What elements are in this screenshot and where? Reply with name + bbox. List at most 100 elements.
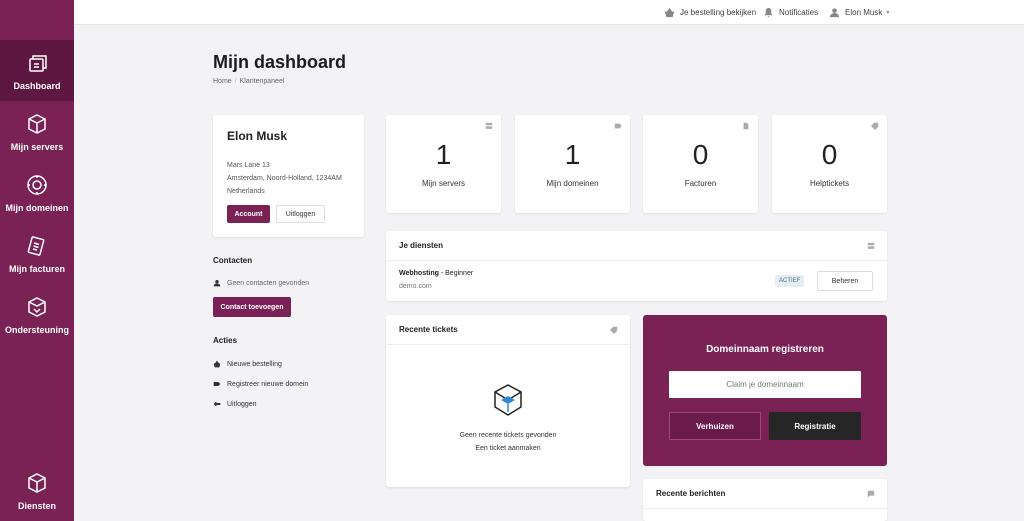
breadcrumb-separator: / xyxy=(234,78,237,85)
ticket-icon xyxy=(610,326,618,334)
recent-messages-card: Recente berichten xyxy=(643,479,887,521)
services-card-header: Je diensten xyxy=(386,231,887,261)
tickets-empty-text: Geen recente tickets gevonden xyxy=(459,432,557,439)
profile-card: Elon Musk Mars Lane 13 Amsterdam, Noord-… xyxy=(213,115,364,237)
stat-card-domains[interactable]: 1 Mijn domeinen xyxy=(515,115,630,213)
stat-label: Facturen xyxy=(684,179,717,188)
ticket-icon xyxy=(871,122,879,130)
action-label: Uitloggen xyxy=(227,400,257,408)
server-box-icon xyxy=(28,113,46,134)
sidebar: Dashboard Mijn servers Mijn domeinen Mij… xyxy=(0,0,74,521)
sidebar-item-domains[interactable]: Mijn domeinen xyxy=(0,162,74,223)
page-title: Mijn dashboard xyxy=(213,52,347,72)
manage-service-button[interactable]: Beheren xyxy=(817,271,873,291)
create-ticket-link[interactable]: Een ticket aanmaken xyxy=(386,445,630,452)
stat-label: Mijn domeinen xyxy=(546,179,599,188)
view-order-link[interactable]: Je bestelling bekijken xyxy=(664,0,756,25)
account-button[interactable]: Account xyxy=(227,205,270,223)
globe-icon xyxy=(27,174,47,195)
domain-register-card: Domeinnaam registreren Verhuizen Registr… xyxy=(643,315,887,466)
add-contact-button[interactable]: Contact toevoegen xyxy=(213,297,291,317)
breadcrumb-current: Klantenpaneel xyxy=(239,78,285,85)
recent-messages-title: Recente berichten xyxy=(656,489,726,498)
action-new-order[interactable]: Nieuwe bestelling xyxy=(213,360,282,368)
view-order-label: Je bestelling bekijken xyxy=(680,8,757,17)
sidebar-item-support[interactable]: Ondersteuning xyxy=(0,284,74,345)
breadcrumb-home[interactable]: Home xyxy=(213,78,232,85)
services-box-icon xyxy=(28,472,46,493)
recent-tickets-header: Recente tickets xyxy=(386,315,630,345)
stat-card-tickets[interactable]: 0 Helptickets xyxy=(772,115,887,213)
service-name: Webhosting - Beginner xyxy=(399,270,473,277)
bell-icon xyxy=(764,7,773,18)
action-register-domain[interactable]: Registreer nieuwe domein xyxy=(213,380,308,388)
tag-icon xyxy=(213,382,221,386)
contacts-empty-text: Geen contacten gevonden xyxy=(227,279,310,287)
sidebar-item-dashboard[interactable]: Dashboard xyxy=(0,40,74,101)
user-name: Elon Musk xyxy=(845,8,883,17)
profile-address: Mars Lane 13 Amsterdam, Noord-Holland, 1… xyxy=(227,159,342,198)
arrow-left-icon xyxy=(213,401,221,407)
support-box-icon xyxy=(28,296,46,317)
address-line: Amsterdam, Noord-Holland, 1234AM xyxy=(227,175,342,182)
recent-messages-header: Recente berichten xyxy=(643,479,887,509)
breadcrumb: Home / Klantenpaneel xyxy=(213,78,284,85)
services-card: Je diensten Webhosting - Beginner demo.c… xyxy=(386,231,887,301)
contacts-empty: Geen contacten gevonden xyxy=(213,279,309,287)
stat-value: 0 xyxy=(692,139,709,170)
sidebar-item-services[interactable]: Diensten xyxy=(0,460,74,521)
transfer-domain-button[interactable]: Verhuizen xyxy=(669,412,761,440)
sidebar-item-invoices[interactable]: Mijn facturen xyxy=(0,223,74,284)
stat-card-invoices[interactable]: 0 Facturen xyxy=(643,115,758,213)
logout-button[interactable]: Uitloggen xyxy=(276,205,325,223)
contacts-title: Contacten xyxy=(213,256,253,265)
notifications-label: Notificaties xyxy=(779,8,819,17)
sidebar-item-label: Mijn domeinen xyxy=(5,202,69,213)
chevron-down-icon: ▾ xyxy=(886,10,890,16)
user-icon xyxy=(213,280,221,287)
user-menu[interactable]: Elon Musk ▾ xyxy=(829,0,889,25)
stat-value: 1 xyxy=(435,139,452,170)
invoice-icon xyxy=(27,235,45,256)
server-icon xyxy=(485,122,493,129)
service-plan: - Beginner xyxy=(438,270,474,277)
address-line: Mars Lane 13 xyxy=(227,162,270,169)
status-badge: ACTIEF xyxy=(775,275,805,287)
domain-register-title: Domeinnaam registreren xyxy=(706,344,824,355)
recent-tickets-card: Recente tickets Geen recente tickets gev… xyxy=(386,315,630,487)
sidebar-item-label: Ondersteuning xyxy=(4,324,69,335)
empty-box-icon xyxy=(494,384,522,416)
action-label: Registreer nieuwe domein xyxy=(227,380,309,388)
services-title: Je diensten xyxy=(399,241,444,250)
actions-title: Acties xyxy=(213,336,238,345)
dashboard-icon xyxy=(29,54,47,72)
profile-name: Elon Musk xyxy=(227,129,288,143)
basket-icon xyxy=(213,360,221,368)
chat-icon xyxy=(867,490,875,498)
stat-label: Mijn servers xyxy=(421,179,466,188)
tag-icon xyxy=(614,123,622,129)
service-domain: demo.com xyxy=(399,283,432,290)
stat-value: 0 xyxy=(821,139,838,170)
service-product: Webhosting xyxy=(399,270,439,277)
top-bar: Je bestelling bekijken Notificaties Elon… xyxy=(74,0,1024,25)
stat-label: Helptickets xyxy=(809,179,850,188)
recent-tickets-title: Recente tickets xyxy=(399,325,458,334)
domain-search-input[interactable] xyxy=(669,371,861,398)
sidebar-item-label: Mijn servers xyxy=(10,141,64,152)
action-logout[interactable]: Uitloggen xyxy=(213,400,257,408)
stat-card-servers[interactable]: 1 Mijn servers xyxy=(386,115,501,213)
sidebar-item-label: Mijn facturen xyxy=(8,263,65,274)
server-icon xyxy=(867,242,875,249)
sidebar-item-servers[interactable]: Mijn servers xyxy=(0,101,74,162)
document-icon xyxy=(743,122,749,130)
stat-value: 1 xyxy=(564,139,581,170)
action-label: Nieuwe bestelling xyxy=(227,360,282,368)
sidebar-item-label: Dashboard xyxy=(13,80,61,91)
notifications-link[interactable]: Notificaties xyxy=(763,0,818,25)
user-icon xyxy=(829,8,840,18)
address-line: Netherlands xyxy=(227,188,265,195)
register-domain-button[interactable]: Registratie xyxy=(769,412,861,440)
basket-icon xyxy=(664,7,675,18)
sidebar-item-label: Diensten xyxy=(17,500,56,511)
